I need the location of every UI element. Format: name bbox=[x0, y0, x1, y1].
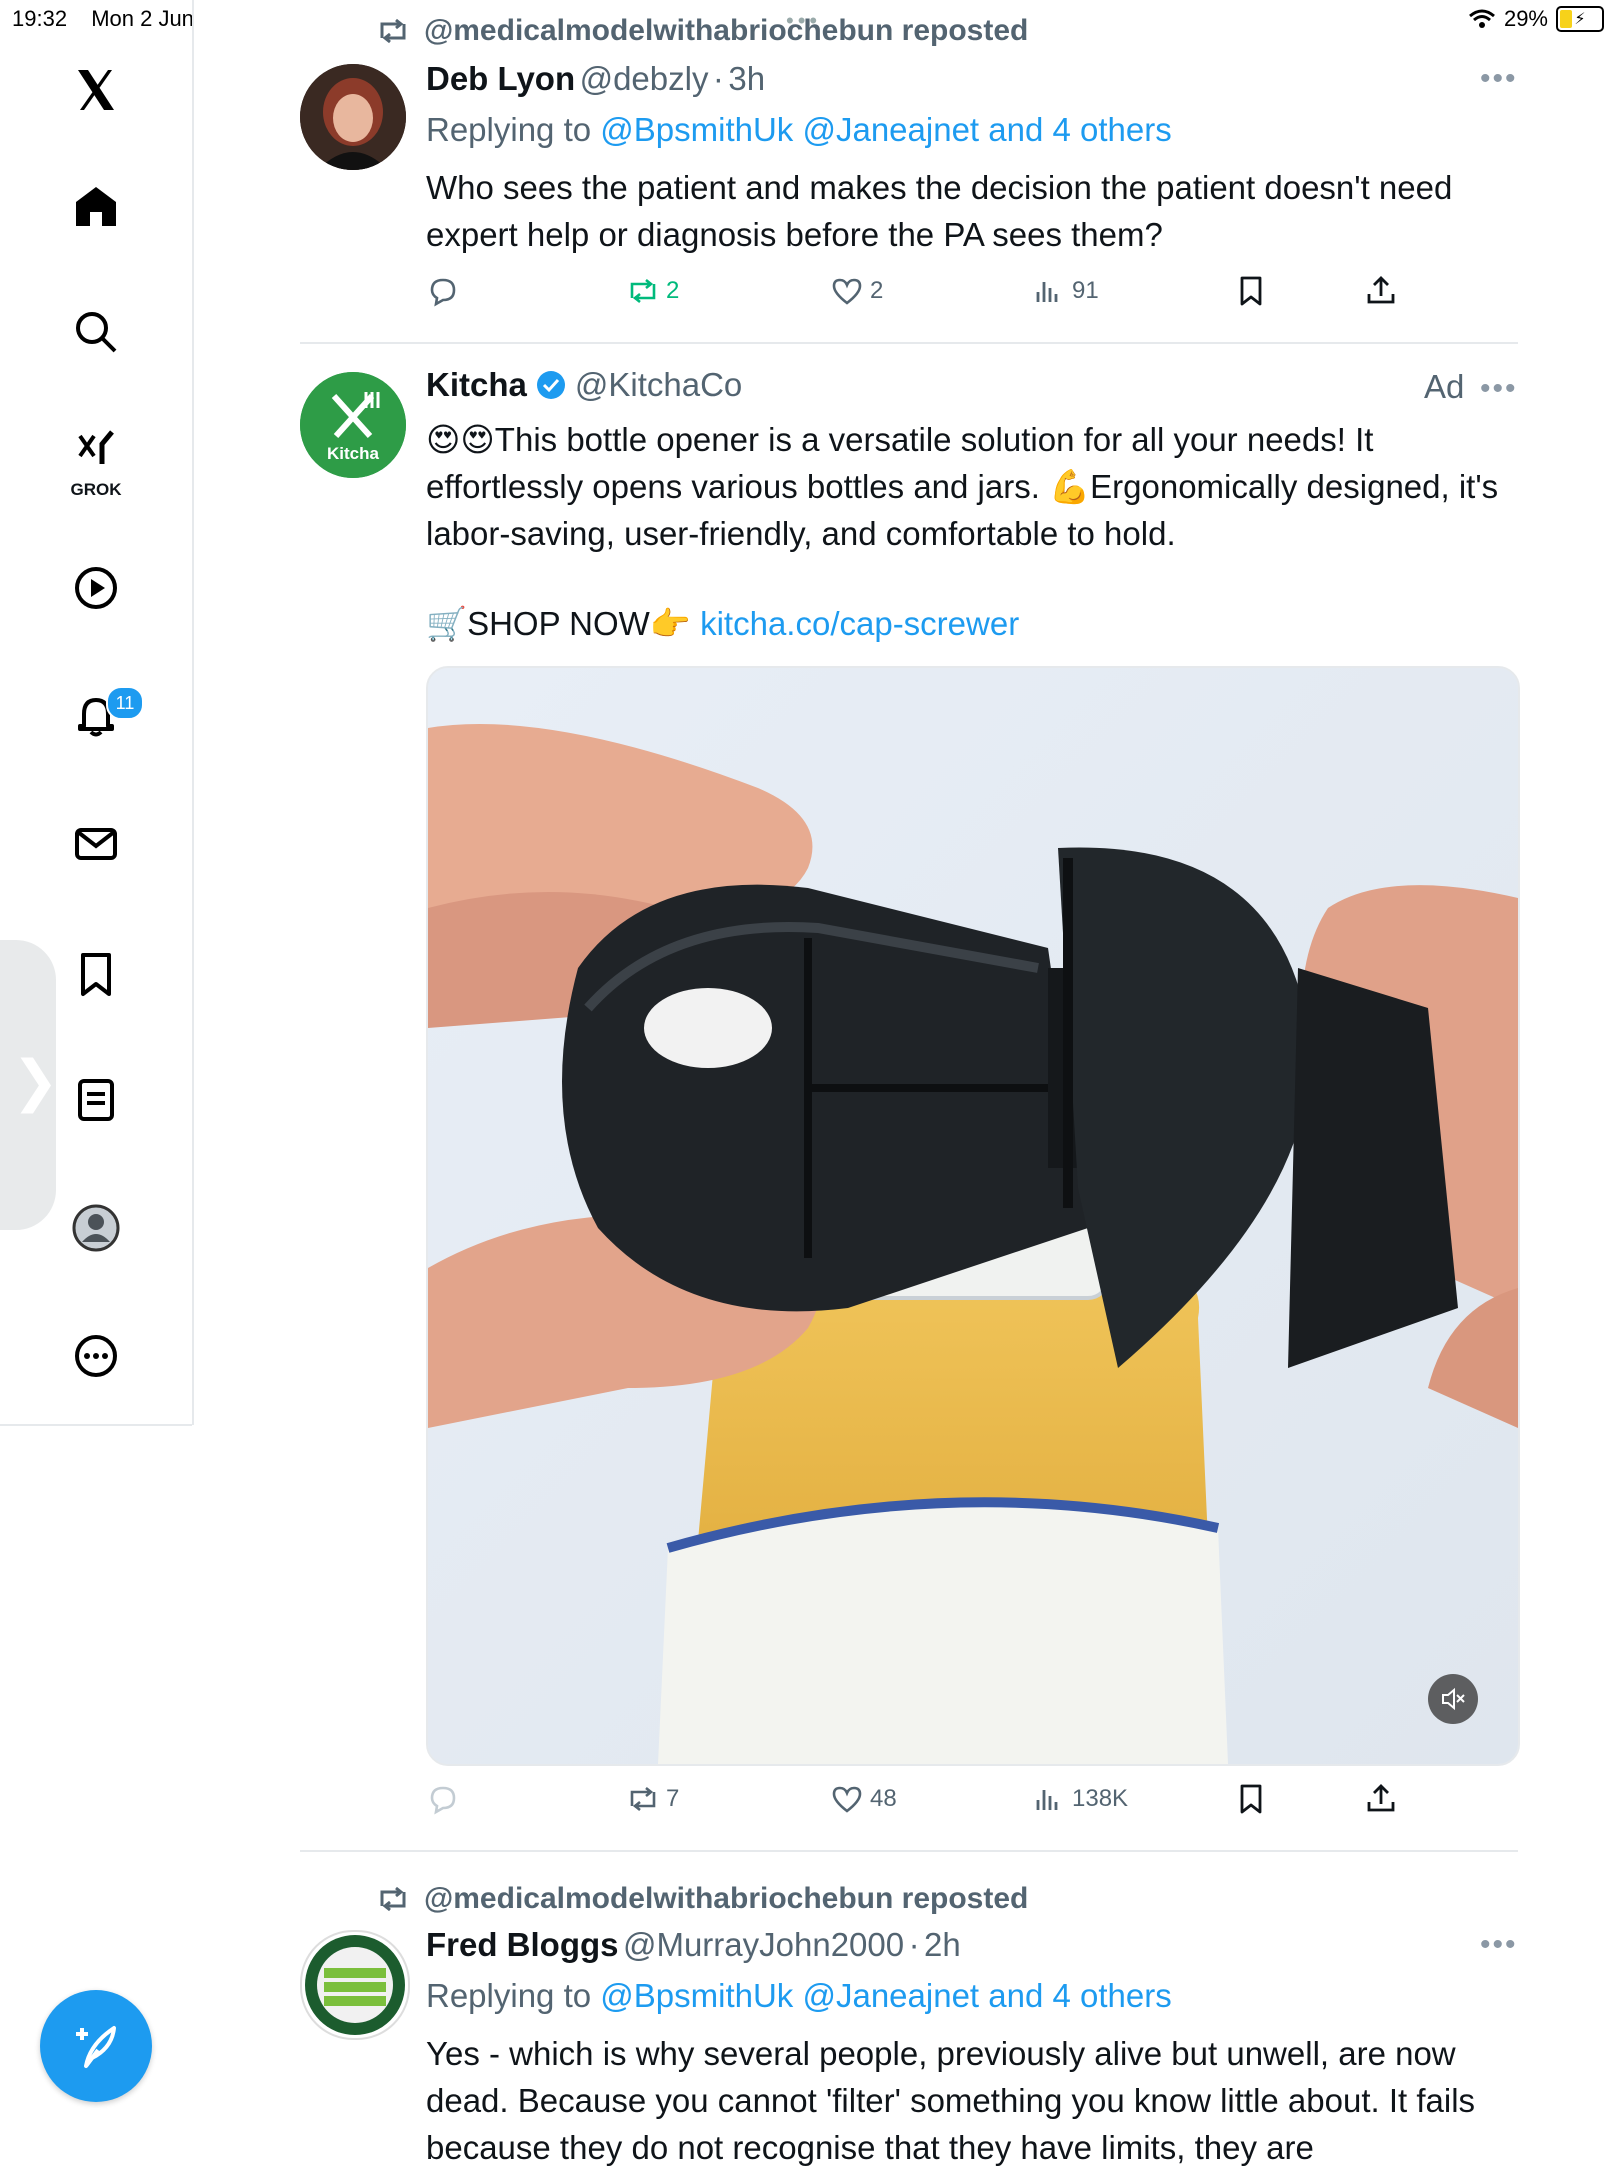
wifi-icon bbox=[1468, 9, 1495, 28]
separator-dot: · bbox=[712, 60, 724, 97]
home-icon[interactable] bbox=[66, 176, 126, 236]
like-button[interactable]: 48 bbox=[830, 1782, 897, 1816]
heart-icon bbox=[832, 1786, 862, 1813]
views-icon bbox=[1036, 1790, 1058, 1810]
chevron-right-icon: ❯ bbox=[12, 1049, 59, 1112]
avatar-fred-bloggs[interactable] bbox=[300, 1930, 410, 2040]
share-icon bbox=[1367, 1784, 1395, 1812]
grok-icon[interactable] bbox=[66, 420, 126, 480]
post-more-button[interactable]: ••• bbox=[1480, 1928, 1518, 1962]
ad-header: Kitcha @KitchaCo bbox=[426, 366, 742, 404]
replying-to-label: Replying to bbox=[426, 1977, 601, 2014]
ad-label: Ad bbox=[1424, 368, 1465, 405]
sidebar-expand-handle[interactable]: ❯ bbox=[0, 940, 59, 1230]
repost-button[interactable]: 7 bbox=[626, 1782, 679, 1816]
reply-icon bbox=[430, 278, 456, 307]
battery-icon: ⚡ bbox=[1556, 6, 1604, 32]
author-name[interactable]: Fred Bloggs bbox=[426, 1926, 619, 1963]
bookmark-button[interactable] bbox=[1234, 274, 1268, 308]
replying-to-users[interactable]: @BpsmithUk @Janeajnet and 4 others bbox=[600, 1977, 1171, 2014]
battery-percent: 29% bbox=[1503, 6, 1548, 31]
verified-badge-icon bbox=[536, 371, 565, 399]
post-divider bbox=[300, 342, 1518, 344]
repost-button[interactable]: 2 bbox=[626, 274, 679, 308]
bookmark-icon bbox=[1240, 276, 1262, 306]
post-header: Fred Bloggs @MurrayJohn2000 · 2h bbox=[426, 1926, 961, 1964]
replying-to-users[interactable]: @BpsmithUk @Janeajnet and 4 others bbox=[600, 111, 1171, 148]
avatar-deb-lyon[interactable] bbox=[300, 64, 406, 170]
ad-text: 😍😍This bottle opener is a versatile solu… bbox=[426, 421, 1499, 552]
shop-line: 🛒SHOP NOW👉 kitcha.co/cap-screwer bbox=[426, 600, 1516, 647]
share-icon bbox=[1367, 276, 1395, 304]
grok-label: GROK bbox=[70, 480, 122, 499]
author-handle[interactable]: @KitchaCo bbox=[575, 366, 742, 404]
reply-context: Replying to @BpsmithUk @Janeajnet and 4 … bbox=[426, 106, 1516, 153]
video-frame bbox=[428, 668, 1518, 1764]
heart-icon bbox=[832, 278, 862, 305]
share-button[interactable] bbox=[1364, 1782, 1398, 1816]
repost-icon bbox=[380, 18, 406, 44]
status-bar-right: 29% ⚡ bbox=[1468, 6, 1604, 32]
views-count: 138K bbox=[1072, 1785, 1129, 1812]
post-actions: 7 48 138K bbox=[426, 1782, 1426, 1828]
notifications-badge: 11 bbox=[106, 686, 144, 720]
repost-icon bbox=[630, 1786, 656, 1812]
repost-icon bbox=[380, 1886, 406, 1912]
mute-toggle-button[interactable] bbox=[1428, 1674, 1478, 1724]
separator-dot: · bbox=[908, 1926, 920, 1963]
author-name[interactable]: Deb Lyon bbox=[426, 60, 575, 97]
shop-link[interactable]: kitcha.co/cap-screwer bbox=[700, 605, 1019, 642]
repost-count: 7 bbox=[666, 1785, 680, 1812]
repost-icon bbox=[630, 278, 656, 304]
post-divider bbox=[300, 1850, 1518, 1852]
share-button[interactable] bbox=[1364, 274, 1398, 308]
ad-video[interactable] bbox=[426, 666, 1520, 1766]
profile-icon[interactable] bbox=[66, 1198, 126, 1258]
compose-post-button[interactable] bbox=[40, 1990, 152, 2102]
post-more-button[interactable]: ••• bbox=[1480, 372, 1518, 406]
compose-post-icon bbox=[76, 2026, 116, 2068]
author-name[interactable]: Kitcha bbox=[426, 366, 527, 404]
x-logo-icon[interactable] bbox=[66, 60, 126, 120]
author-handle[interactable]: @debzly bbox=[580, 60, 709, 97]
post-actions: 2 2 91 bbox=[426, 274, 1426, 320]
messages-icon[interactable] bbox=[66, 814, 126, 874]
reply-icon bbox=[430, 1786, 456, 1815]
video-icon[interactable] bbox=[66, 558, 126, 618]
post-time[interactable]: 2h bbox=[924, 1926, 961, 1963]
avatar-kitcha[interactable]: Kitcha bbox=[300, 372, 406, 478]
more-icon[interactable] bbox=[66, 1326, 126, 1386]
sidebar-divider bbox=[0, 1424, 192, 1426]
like-count: 48 bbox=[870, 1785, 897, 1812]
like-button[interactable]: 2 bbox=[830, 274, 883, 308]
bookmark-button[interactable] bbox=[1234, 1782, 1268, 1816]
reply-button[interactable] bbox=[426, 1782, 460, 1816]
bookmarks-icon[interactable] bbox=[66, 944, 126, 1004]
post-text: Who sees the patient and makes the decis… bbox=[426, 169, 1453, 253]
lists-icon[interactable] bbox=[66, 1070, 126, 1130]
search-icon[interactable] bbox=[66, 302, 126, 362]
repost-count: 2 bbox=[666, 277, 680, 304]
post-more-button[interactable]: ••• bbox=[1480, 62, 1518, 96]
reply-context: Replying to @BpsmithUk @Janeajnet and 4 … bbox=[426, 1972, 1516, 2019]
views-button[interactable]: 138K bbox=[1032, 1782, 1128, 1816]
bookmark-icon bbox=[1240, 1784, 1262, 1814]
views-count: 91 bbox=[1072, 277, 1099, 304]
speaker-muted-icon bbox=[1442, 1687, 1465, 1711]
post-header: Deb Lyon @debzly · 3h bbox=[426, 60, 765, 98]
like-count: 2 bbox=[870, 277, 884, 304]
author-handle[interactable]: @MurrayJohn2000 bbox=[623, 1926, 904, 1963]
repost-indicator: @medicalmodelwithabriochebun reposted bbox=[376, 1882, 1028, 1916]
replying-to-label: Replying to bbox=[426, 111, 601, 148]
kitcha-avatar-label: Kitcha bbox=[327, 444, 379, 463]
repost-indicator: @medicalmodelwithabriochebun reposted bbox=[376, 14, 1028, 48]
repost-by-text: @medicalmodelwithabriochebun reposted bbox=[424, 1882, 1029, 1915]
post-text: Yes - which is why several people, previ… bbox=[426, 2035, 1476, 2166]
views-icon bbox=[1036, 282, 1058, 302]
post-time[interactable]: 3h bbox=[728, 60, 765, 97]
views-button[interactable]: 91 bbox=[1032, 274, 1099, 308]
shop-now-text: 🛒SHOP NOW👉 bbox=[426, 605, 701, 642]
reply-button[interactable] bbox=[426, 274, 460, 308]
repost-by-text: @medicalmodelwithabriochebun reposted bbox=[424, 14, 1029, 47]
